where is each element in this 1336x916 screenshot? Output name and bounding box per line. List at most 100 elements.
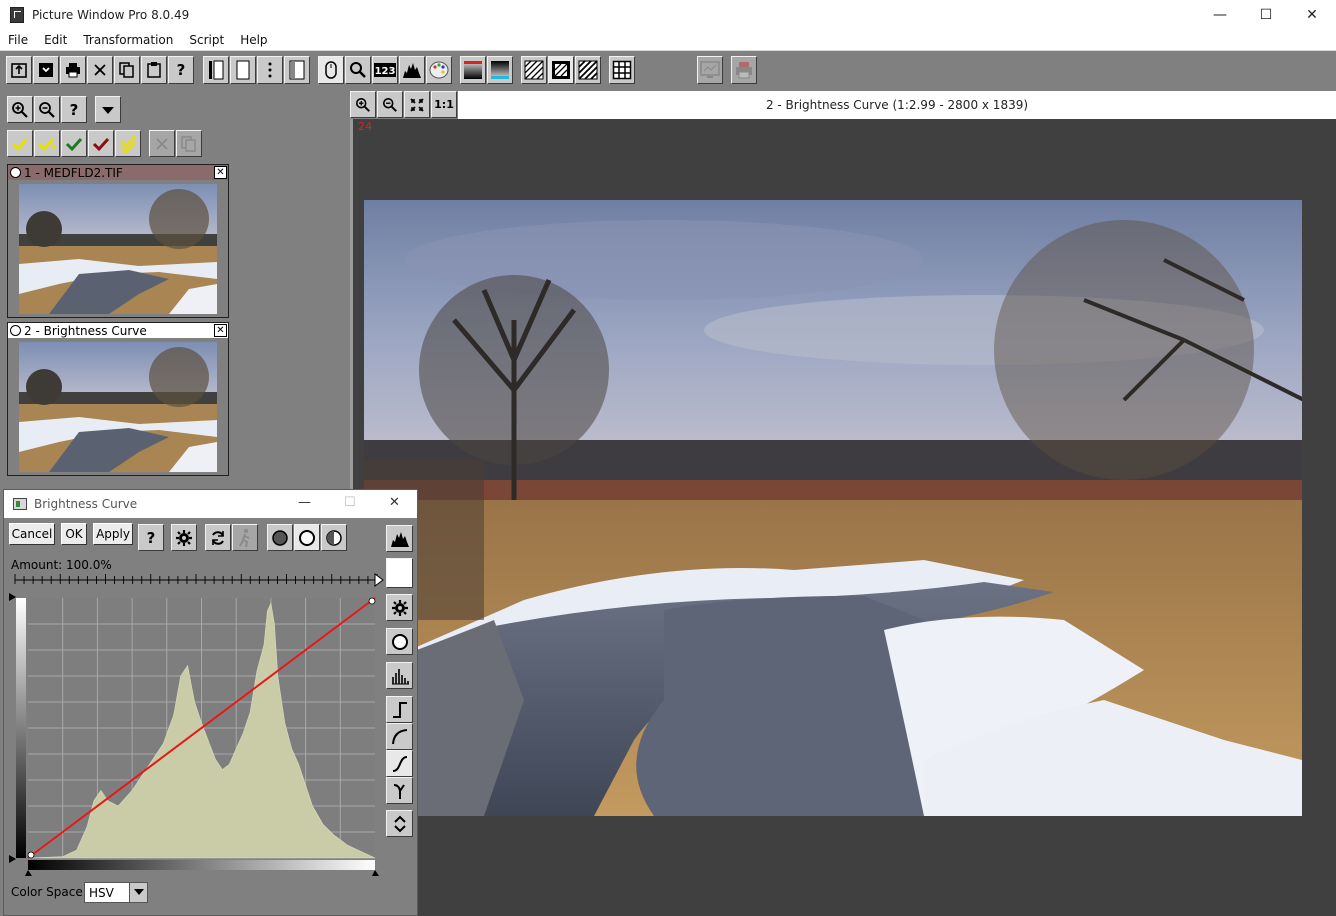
color-swatch[interactable] bbox=[386, 558, 413, 588]
output-bottom-marker bbox=[9, 855, 16, 863]
print-icon[interactable] bbox=[60, 56, 86, 84]
thumbnail-image[interactable] bbox=[19, 184, 217, 314]
dropdown-chevron-icon[interactable] bbox=[129, 883, 147, 902]
thumbnail-label: 1 - MEDFLD2.TIF bbox=[24, 165, 123, 180]
menu-edit[interactable]: Edit bbox=[36, 33, 75, 47]
magnifier-icon[interactable] bbox=[345, 56, 371, 84]
s-curve-icon[interactable] bbox=[386, 750, 413, 777]
close-thumbnail-icon[interactable]: ✕ bbox=[214, 166, 227, 179]
dialog-minimize-button[interactable]: — bbox=[298, 495, 311, 510]
preview-dark-icon[interactable] bbox=[267, 524, 293, 551]
point-circle-icon[interactable] bbox=[386, 628, 413, 655]
zoom-out-icon[interactable] bbox=[34, 96, 60, 123]
preview-full-icon[interactable] bbox=[294, 524, 320, 551]
select-radio[interactable] bbox=[10, 167, 21, 178]
maximize-button[interactable]: ☐ bbox=[1243, 0, 1289, 30]
copy-icon[interactable] bbox=[114, 56, 140, 84]
apply-button[interactable]: Apply bbox=[93, 523, 133, 545]
histogram-toggle-icon[interactable] bbox=[386, 525, 413, 552]
expand-collapse-icon[interactable] bbox=[386, 810, 413, 837]
gradient-cyan-icon[interactable] bbox=[487, 56, 513, 84]
panel-left-icon[interactable] bbox=[203, 56, 229, 84]
help-icon-left[interactable]: ? bbox=[61, 96, 87, 123]
check-green-icon[interactable] bbox=[61, 130, 87, 157]
check-red-icon[interactable] bbox=[88, 130, 114, 157]
svg-text:123: 123 bbox=[375, 66, 396, 77]
curve-graph[interactable] bbox=[9, 593, 381, 877]
mouse-icon[interactable] bbox=[318, 56, 344, 84]
menu-file[interactable]: File bbox=[0, 33, 36, 47]
title-bar: Picture Window Pro 8.0.49 — ☐ ✕ bbox=[0, 0, 1336, 30]
duplicate-icon[interactable] bbox=[176, 130, 202, 157]
thumbnail-label: 2 - Brightness Curve bbox=[24, 323, 147, 338]
mask-hatch-light-icon[interactable] bbox=[521, 56, 547, 84]
check-add-icon[interactable] bbox=[34, 130, 60, 157]
delete-icon[interactable] bbox=[149, 130, 175, 157]
mask-hatch-dark-icon[interactable] bbox=[548, 56, 574, 84]
image-window-title: 2 - Brightness Curve (1:2.99 - 2800 x 18… bbox=[458, 91, 1336, 119]
help-icon-dialog[interactable]: ? bbox=[138, 524, 164, 551]
input-right-marker bbox=[372, 870, 379, 876]
open-icon[interactable] bbox=[6, 56, 32, 84]
check-yellow-icon[interactable] bbox=[7, 130, 33, 157]
image-zoom-out-icon[interactable] bbox=[377, 91, 403, 118]
monitor-icon[interactable] bbox=[697, 56, 723, 84]
close-button[interactable]: ✕ bbox=[1289, 0, 1335, 30]
gamma-icon[interactable] bbox=[386, 777, 413, 804]
color-space-value: HSV bbox=[89, 885, 114, 900]
paste-icon[interactable] bbox=[141, 56, 167, 84]
panel-full-icon[interactable] bbox=[230, 56, 256, 84]
amount-slider[interactable] bbox=[13, 571, 385, 587]
step-curve-icon[interactable] bbox=[386, 696, 413, 723]
dropdown-arrow-icon[interactable] bbox=[95, 96, 121, 123]
app-title: Picture Window Pro 8.0.49 bbox=[32, 8, 190, 22]
panel-dots-icon[interactable] bbox=[257, 56, 283, 84]
thumbnail-header[interactable]: 2 - Brightness Curve ✕ bbox=[8, 323, 228, 338]
mask-hatch-icon[interactable] bbox=[575, 56, 601, 84]
image-zoom-in-icon[interactable] bbox=[350, 91, 376, 118]
save-icon[interactable] bbox=[33, 56, 59, 84]
close-thumbnail-icon[interactable]: ✕ bbox=[214, 324, 227, 337]
image-thumbnail-2[interactable]: 2 - Brightness Curve ✕ bbox=[7, 322, 229, 476]
histogram-icon[interactable] bbox=[399, 56, 425, 84]
dialog-close-button[interactable]: ✕ bbox=[389, 495, 400, 510]
image-thumbnail-1[interactable]: 1 - MEDFLD2.TIF ✕ bbox=[7, 164, 229, 318]
amount-slider-thumb bbox=[374, 573, 384, 587]
arc-curve-icon[interactable] bbox=[386, 723, 413, 750]
curve-settings-icon[interactable] bbox=[386, 594, 413, 621]
input-left-marker bbox=[25, 870, 32, 876]
image-canvas[interactable] bbox=[350, 119, 1336, 916]
dialog-maximize-button[interactable]: ☐ bbox=[344, 495, 356, 510]
panel-right-icon[interactable] bbox=[284, 56, 310, 84]
help-icon[interactable]: ? bbox=[168, 56, 194, 84]
landscape-image[interactable] bbox=[364, 200, 1302, 816]
check-double-icon[interactable] bbox=[115, 130, 141, 157]
palette-icon[interactable] bbox=[426, 56, 452, 84]
fit-window-icon[interactable] bbox=[404, 91, 430, 118]
minimize-button[interactable]: — bbox=[1197, 0, 1243, 30]
select-radio[interactable] bbox=[10, 325, 21, 336]
input-gradient-bar bbox=[28, 860, 375, 870]
grid-icon[interactable] bbox=[609, 56, 635, 84]
ok-button[interactable]: OK bbox=[61, 523, 87, 545]
menu-help[interactable]: Help bbox=[232, 33, 275, 47]
actual-size-button[interactable]: 1:1 bbox=[431, 91, 457, 118]
refresh-icon[interactable] bbox=[205, 524, 231, 551]
menu-script[interactable]: Script bbox=[181, 33, 232, 47]
thumbnail-image[interactable] bbox=[19, 342, 217, 472]
levels-icon[interactable] bbox=[386, 662, 413, 689]
close-image-icon[interactable] bbox=[87, 56, 113, 84]
preview-split-icon[interactable] bbox=[321, 524, 347, 551]
color-space-select[interactable]: HSV bbox=[84, 882, 148, 903]
zoom-in-icon[interactable] bbox=[7, 96, 33, 123]
brightness-curve-dialog: Brightness Curve — ☐ ✕ Cancel OK Apply ?… bbox=[3, 489, 418, 916]
app-icon bbox=[10, 7, 24, 23]
gradient-red-icon[interactable] bbox=[460, 56, 486, 84]
gear-icon[interactable] bbox=[171, 524, 197, 551]
menu-transformation[interactable]: Transformation bbox=[75, 33, 181, 47]
run-icon[interactable] bbox=[232, 524, 258, 551]
cancel-button[interactable]: Cancel bbox=[9, 523, 55, 545]
numeric-readout-icon[interactable]: 123 bbox=[372, 56, 398, 84]
thumbnail-header[interactable]: 1 - MEDFLD2.TIF ✕ bbox=[8, 165, 228, 180]
print-preview-icon[interactable] bbox=[731, 56, 757, 84]
